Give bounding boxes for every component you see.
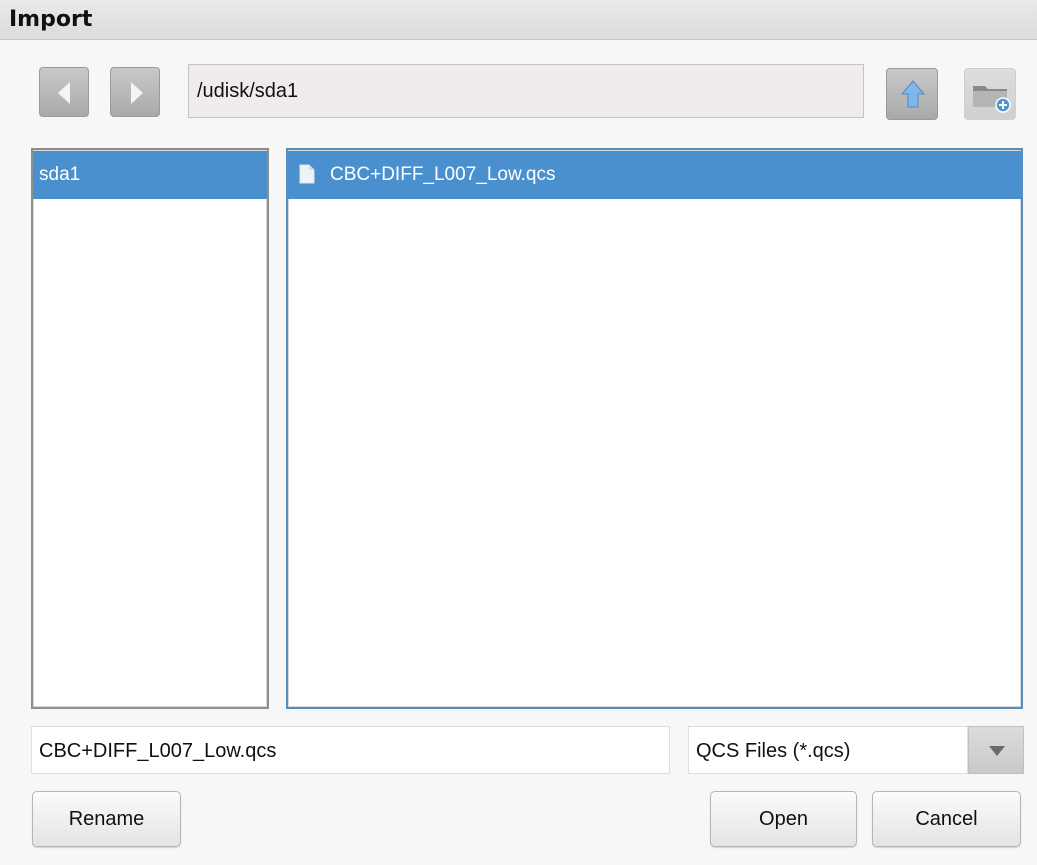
sidebar-item-sda1[interactable]: sda1 (33, 151, 267, 199)
chevron-right-icon (131, 82, 143, 104)
up-folder-button[interactable] (886, 68, 938, 120)
file-icon (299, 164, 315, 184)
open-button[interactable]: Open (710, 791, 857, 847)
new-folder-button[interactable] (964, 68, 1016, 120)
arrow-up-icon (900, 80, 926, 108)
file-type-dropdown-button[interactable] (968, 726, 1024, 774)
sidebar-item-label: sda1 (39, 164, 81, 185)
file-name: CBC+DIFF_L007_Low.qcs (330, 164, 556, 185)
file-list[interactable]: CBC+DIFF_L007_Low.qcs (286, 148, 1023, 709)
forward-button[interactable] (110, 67, 160, 117)
window-title: Import (9, 7, 93, 32)
list-item[interactable]: CBC+DIFF_L007_Low.qcs (288, 151, 1021, 199)
filename-input[interactable]: CBC+DIFF_L007_Low.qcs (31, 726, 670, 774)
back-button[interactable] (39, 67, 89, 117)
title-bar: Import (0, 0, 1037, 40)
new-folder-icon (973, 86, 1011, 113)
location-list[interactable]: sda1 (31, 148, 269, 709)
file-type-select[interactable]: QCS Files (*.qcs) (688, 726, 968, 774)
rename-button[interactable]: Rename (32, 791, 181, 847)
path-input[interactable]: /udisk/sda1 (188, 64, 864, 118)
cancel-button[interactable]: Cancel (872, 791, 1021, 847)
chevron-down-icon (989, 746, 1005, 756)
chevron-left-icon (58, 82, 70, 104)
